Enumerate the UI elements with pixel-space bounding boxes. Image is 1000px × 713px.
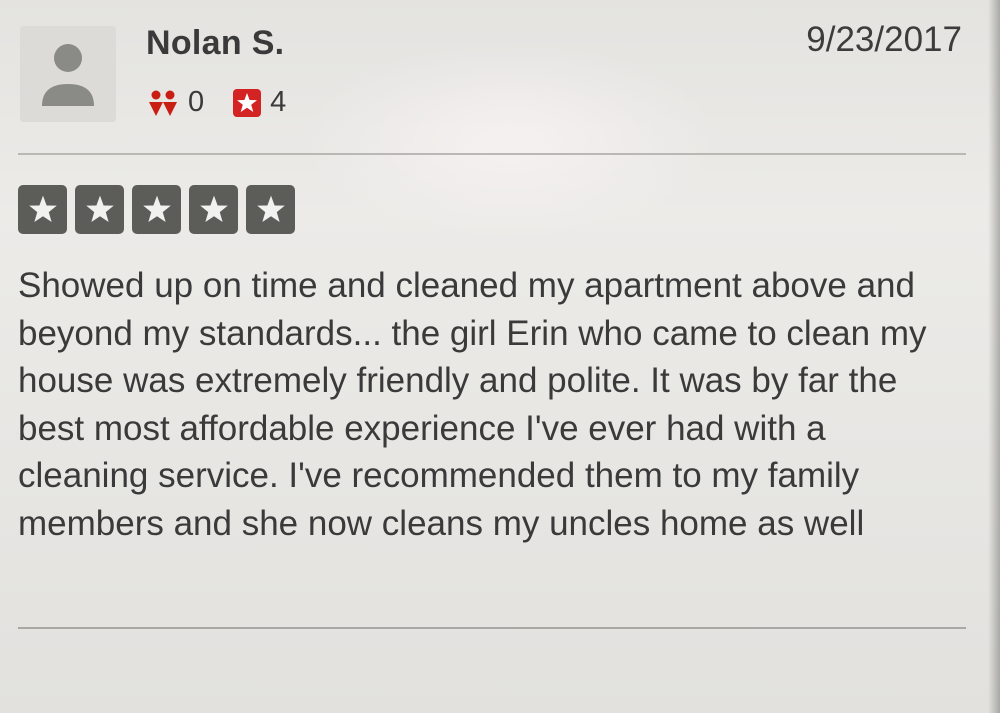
- review-star-icon: [232, 88, 262, 118]
- review-text: Showed up on time and cleaned my apartme…: [18, 266, 927, 543]
- screen-glare: [300, 40, 720, 240]
- star-icon: [132, 185, 181, 234]
- review-date: 9/23/2017: [806, 20, 962, 59]
- reviews-stat: 4: [232, 86, 286, 119]
- header-divider: [18, 153, 966, 155]
- review-card: Nolan S. 9/23/2017 0 4 Showed up on time…: [0, 0, 1000, 713]
- user-avatar[interactable]: [20, 26, 116, 122]
- star-icon: [189, 185, 238, 234]
- avatar-placeholder-icon: [42, 44, 94, 106]
- screen-edge-shadow: [988, 0, 1000, 713]
- star-icon: [246, 185, 295, 234]
- user-stats: 0 4: [146, 86, 314, 119]
- star-icon: [75, 185, 124, 234]
- footer-divider: [18, 627, 966, 629]
- user-name[interactable]: Nolan S.: [146, 24, 284, 63]
- friends-stat: 0: [146, 86, 204, 119]
- friends-count: 0: [188, 86, 205, 118]
- star-rating: [18, 185, 303, 234]
- star-icon: [18, 185, 67, 234]
- friends-icon: [146, 89, 180, 117]
- reviews-count: 4: [270, 86, 287, 118]
